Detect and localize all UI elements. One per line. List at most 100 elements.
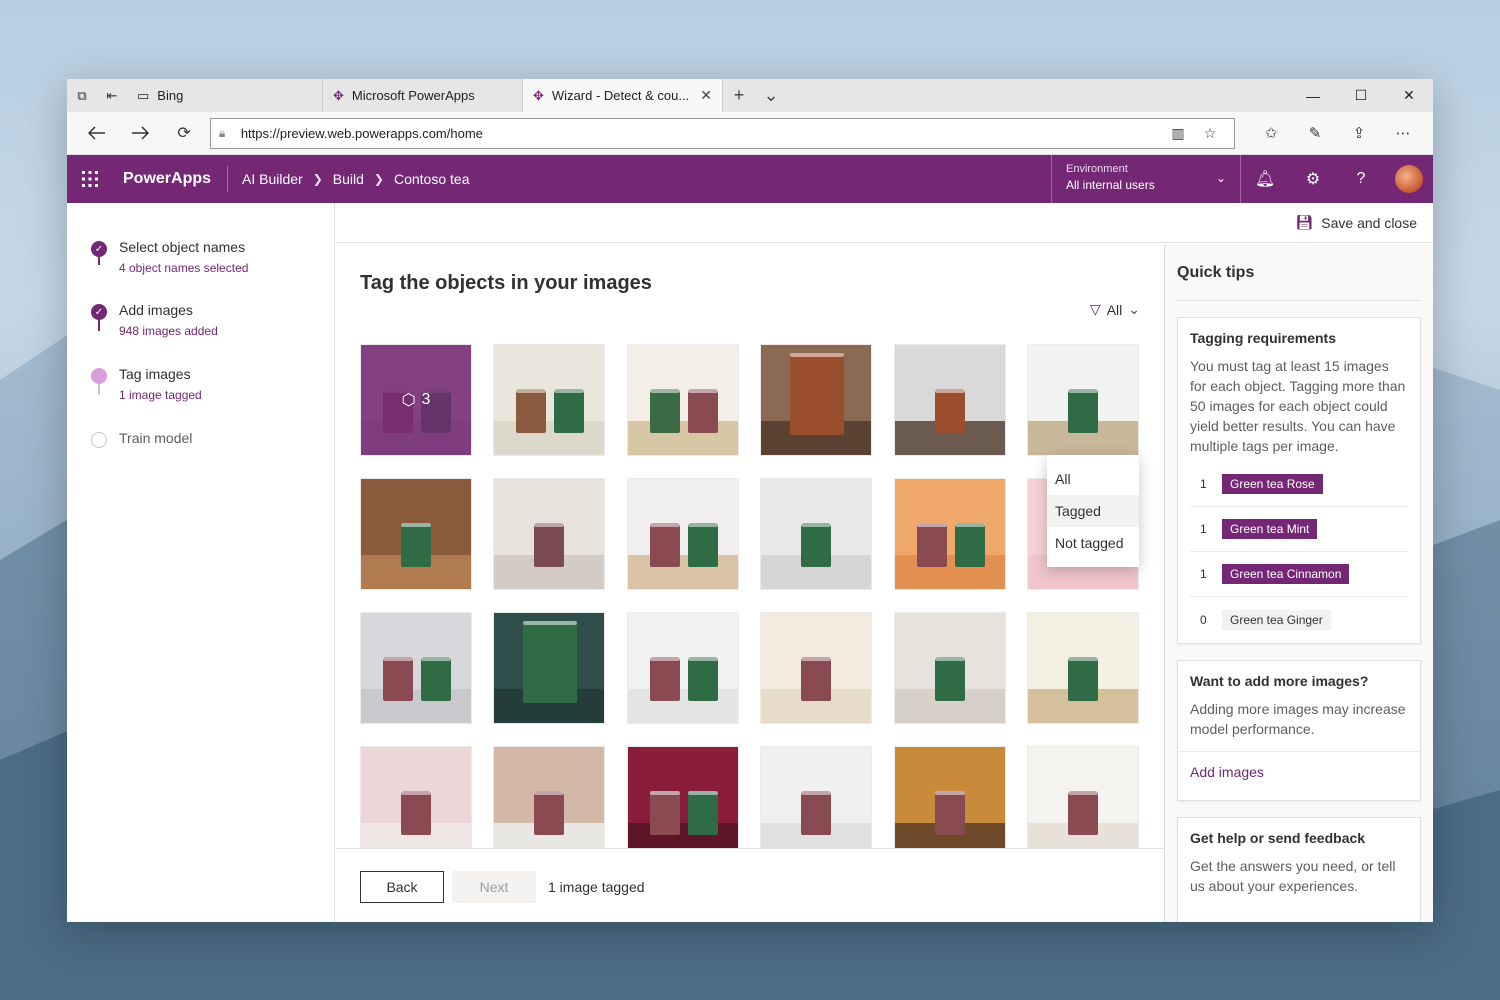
tab-preview-chevron-icon[interactable]: ⌄: [755, 79, 787, 112]
image-tile[interactable]: [893, 746, 1006, 850]
forward-arrow-icon[interactable]: [119, 117, 163, 149]
gear-icon[interactable]: ⚙: [1289, 155, 1337, 203]
tab-powerapps[interactable]: ✥ Microsoft PowerApps: [323, 79, 523, 112]
tag-row: 1 Green tea Mint: [1190, 507, 1408, 552]
card-text: Adding more images may increase model pe…: [1190, 701, 1406, 737]
pending-step-dot-icon: [91, 432, 107, 448]
back-arrow-icon[interactable]: [75, 117, 119, 149]
tag-count: 3: [421, 391, 431, 408]
image-grid: ⬡ 3: [360, 344, 1140, 850]
address-bar[interactable]: 🔒︎ https://preview.web.powerapps.com/hom…: [209, 117, 1235, 149]
back-button[interactable]: Back: [360, 871, 444, 903]
environment-picker[interactable]: Environment All internal users ⌄: [1051, 155, 1241, 203]
tab-set-aside-icon[interactable]: ⧉: [67, 79, 97, 112]
image-tile[interactable]: [493, 746, 606, 850]
image-tile[interactable]: [360, 612, 472, 724]
divider: [1177, 300, 1421, 301]
bell-icon[interactable]: 🔔︎: [1241, 155, 1289, 203]
filter-option-all[interactable]: All: [1047, 463, 1139, 495]
refresh-icon[interactable]: ⟳: [162, 117, 206, 149]
photo-surface: [361, 689, 471, 723]
image-tile[interactable]: [760, 612, 873, 724]
close-tab-icon[interactable]: ✕: [700, 87, 712, 104]
check-icon: ✓: [91, 304, 107, 320]
image-tile[interactable]: [360, 478, 472, 590]
image-tile[interactable]: [626, 746, 739, 850]
new-tab-icon[interactable]: +: [723, 79, 755, 112]
quick-tips-panel: Quick tips Tagging requirements You must…: [1164, 244, 1433, 922]
minimize-icon[interactable]: —: [1289, 79, 1337, 112]
tea-tin: [934, 389, 965, 433]
photo-surface: [627, 421, 738, 455]
close-window-icon[interactable]: ✕: [1385, 79, 1433, 112]
avatar[interactable]: [1395, 165, 1423, 193]
tag-row: 0 Green tea Ginger: [1190, 597, 1408, 642]
help-icon[interactable]: ?: [1337, 155, 1385, 203]
photo-surface: [894, 555, 1005, 589]
tab-wizard[interactable]: ✥ Wizard - Detect & cou... ✕: [523, 79, 723, 112]
url-text[interactable]: https://preview.web.powerapps.com/home: [241, 126, 1162, 141]
pen-icon[interactable]: ✎: [1293, 124, 1337, 142]
tea-tin: [401, 791, 431, 835]
powerapps-icon: ✥: [333, 87, 344, 103]
card-title: Get help or send feedback: [1190, 830, 1366, 846]
filter-option-tagged[interactable]: Tagged: [1047, 495, 1139, 527]
breadcrumb-ai-builder[interactable]: AI Builder: [242, 171, 303, 187]
breadcrumb-build[interactable]: Build: [333, 171, 364, 187]
tagging-requirements-card: Tagging requirements You must tag at lea…: [1177, 317, 1421, 644]
favorites-list-icon[interactable]: ✩: [1249, 124, 1293, 142]
maximize-icon[interactable]: ☐: [1337, 79, 1385, 112]
image-tile[interactable]: [1027, 746, 1139, 850]
tea-tin: [801, 791, 832, 835]
tab-restore-icon[interactable]: ⇤: [97, 79, 127, 112]
tab-bing[interactable]: ▭ Bing: [127, 79, 323, 112]
command-bar: 💾︎ Save and close: [336, 203, 1433, 243]
tea-tin: [383, 657, 413, 701]
address-bar-row: ⟳ 🔒︎ https://preview.web.powerapps.com/h…: [67, 112, 1433, 155]
photo-surface: [627, 823, 738, 850]
tea-tin: [790, 353, 845, 435]
chevron-right-icon: ❯: [312, 172, 323, 186]
save-and-close-button[interactable]: 💾︎ Save and close: [1295, 214, 1417, 231]
more-icon[interactable]: ⋯: [1381, 124, 1425, 142]
tea-tin: [554, 389, 585, 433]
reading-view-icon[interactable]: ▥: [1162, 125, 1194, 142]
image-tile[interactable]: ⬡ 3: [360, 344, 472, 456]
image-tile[interactable]: [1027, 344, 1139, 456]
app-brand[interactable]: PowerApps: [113, 166, 229, 192]
image-tile[interactable]: [893, 612, 1006, 724]
breadcrumb: AI Builder ❯ Build ❯ Contoso tea: [228, 171, 469, 187]
image-tile[interactable]: [626, 478, 739, 590]
image-tile[interactable]: [360, 746, 472, 850]
photo-surface: [494, 421, 605, 455]
add-images-link[interactable]: Add images: [1178, 751, 1420, 792]
image-tile[interactable]: [760, 478, 873, 590]
favorite-star-icon[interactable]: ☆: [1194, 125, 1226, 142]
lock-icon: 🔒︎: [218, 125, 226, 140]
image-tile[interactable]: [626, 612, 739, 724]
app-header: PowerApps AI Builder ❯ Build ❯ Contoso t…: [67, 155, 1433, 203]
image-tile[interactable]: [760, 746, 873, 850]
tea-tin: [523, 621, 578, 703]
footer-bar: Back Next 1 image tagged: [336, 848, 1164, 922]
share-icon[interactable]: ⇪: [1337, 124, 1381, 142]
tea-tin: [687, 657, 718, 701]
image-tile[interactable]: [493, 612, 606, 724]
filter-option-not-tagged[interactable]: Not tagged: [1047, 527, 1139, 559]
waffle-icon[interactable]: [67, 155, 113, 203]
image-tile[interactable]: [893, 344, 1006, 456]
photo-surface: [627, 555, 738, 589]
card-text: Get the answers you need, or tell us abo…: [1190, 858, 1396, 894]
add-images-card: Want to add more images? Adding more ima…: [1177, 660, 1421, 801]
image-tile[interactable]: [893, 478, 1006, 590]
tea-tin: [1068, 791, 1098, 835]
environment-value: All internal users: [1066, 178, 1155, 192]
image-tile[interactable]: [493, 478, 606, 590]
image-tile[interactable]: [493, 344, 606, 456]
image-tile[interactable]: [760, 344, 873, 456]
browser-window: ⧉ ⇤ ▭ Bing ✥ Microsoft PowerApps ✥ Wizar…: [67, 79, 1433, 922]
filter-dropdown[interactable]: ▽ All ⌄: [1090, 301, 1140, 318]
tea-tin: [801, 523, 832, 567]
image-tile[interactable]: [1027, 612, 1139, 724]
image-tile[interactable]: [626, 344, 739, 456]
